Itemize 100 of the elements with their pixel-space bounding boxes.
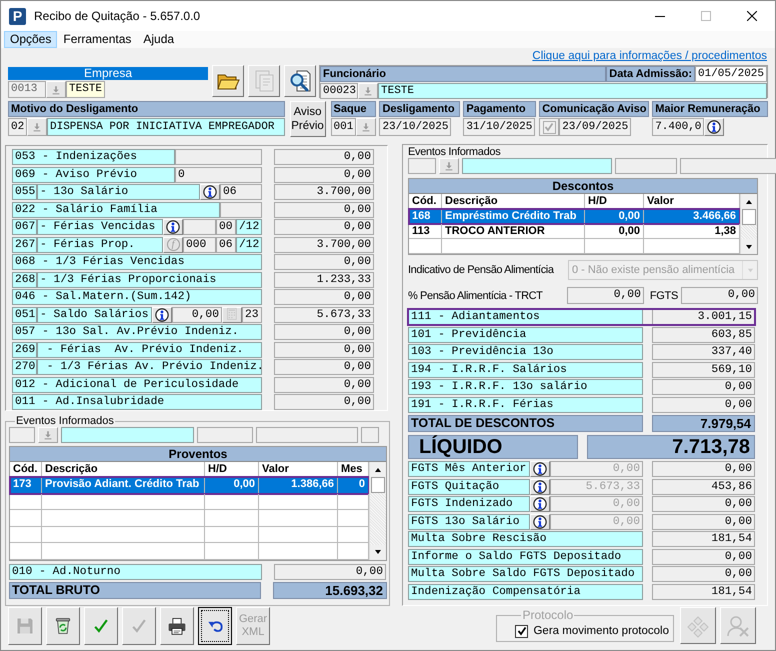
value-field[interactable]: 0,00 [652,514,755,530]
input-field[interactable] [615,158,677,174]
aviso-previo-button[interactable]: Aviso Prévio [290,101,326,137]
section-header: Desligamento [379,101,460,117]
input-field[interactable] [680,158,776,174]
input-field[interactable]: 0,00 [172,306,222,322]
info-icon [533,514,547,528]
info-button[interactable] [704,118,724,136]
value-field[interactable]: 569,10 [652,362,755,378]
value-field[interactable]: 337,40 [652,344,755,360]
input-field[interactable]: DISPENSA POR INICIATIVA EMPREGADOR [47,118,285,136]
input-field[interactable] [175,149,262,165]
value-field[interactable]: 0,00 [274,219,374,235]
info-button[interactable] [530,496,550,512]
undo-button[interactable] [198,607,232,645]
event-label: - Férias Vencidas [37,219,163,235]
section-header: Motivo do Desligamento [8,101,285,117]
menu-item[interactable]: Opções [4,31,58,48]
value-field[interactable]: 0,00 [274,324,374,340]
value-field[interactable]: 0,00 [274,376,374,392]
input-field[interactable]: 0 [175,166,262,182]
input-field[interactable]: 000 [183,236,216,252]
input-field[interactable] [462,158,612,174]
input-field[interactable]: 0,00 [681,287,758,304]
net-label: LÍQUIDO [408,435,578,459]
value-field[interactable]: 0,00 [652,461,755,477]
value-field[interactable]: 0,00 [274,254,374,270]
input-field[interactable]: 0,00 [566,287,644,304]
value-field[interactable]: 3.700,00 [274,184,374,200]
info-button[interactable] [530,461,550,477]
info-button[interactable] [530,478,550,494]
input-field[interactable] [61,427,194,443]
input-field[interactable]: TESTE [378,83,767,99]
info-icon [533,497,547,511]
value-field[interactable]: 453,86 [652,478,755,494]
print-button[interactable] [160,607,194,645]
value-field[interactable]: 0,00 [274,394,374,410]
info-button[interactable] [530,514,550,530]
input-field[interactable] [220,202,262,218]
menu-item[interactable]: Ferramentas [57,31,138,48]
info-button[interactable] [200,184,220,200]
value-field[interactable]: 0,00 [274,149,374,165]
input-field[interactable] [408,158,436,174]
date-field[interactable]: 31/10/2025 [463,118,536,136]
input-field[interactable]: 001 [330,118,356,136]
value-field[interactable]: 0,00 [652,379,755,395]
input-field[interactable]: TESTE [66,81,106,98]
info-button[interactable] [163,219,183,235]
input-field[interactable] [9,427,35,443]
value-field[interactable]: 7.400,0 [652,118,704,136]
value-field[interactable]: 0,00 [652,496,755,512]
lookup-button[interactable] [38,427,58,443]
confirm-button[interactable] [84,607,118,645]
value-field[interactable]: 1.233,33 [274,272,374,288]
value-field[interactable]: 603,85 [652,326,755,342]
search-button[interactable] [284,65,316,97]
column-header: Descrição [42,462,205,477]
lookup-button[interactable] [356,118,376,136]
input-field[interactable]: 02 [8,118,27,136]
value-field[interactable]: 0,00 [274,289,374,305]
open-button[interactable] [212,65,244,97]
value-field[interactable]: 181,54 [652,584,755,600]
value-field[interactable]: 0,00 [274,166,374,182]
value-field[interactable]: 0,00 [274,359,374,375]
input-field[interactable] [197,427,253,443]
input-field[interactable]: 00 [216,219,236,235]
event-label: 053 - Indenizações [12,149,175,165]
scrollbar-thumb[interactable] [371,477,385,493]
value-field[interactable]: 0,00 [652,396,755,412]
lookup-button[interactable] [358,83,378,99]
input-field[interactable] [256,427,358,443]
value-field[interactable]: 0,00 [652,566,755,582]
input-field[interactable] [361,427,379,443]
info-button[interactable] [152,306,172,322]
date-field[interactable]: 23/10/2025 [379,118,452,136]
value-field[interactable]: 0,00 [652,548,755,564]
input-field[interactable]: 06 [216,236,236,252]
scrollbar-thumb[interactable] [742,209,756,225]
input-field[interactable]: 00023 [320,83,358,99]
date-field[interactable]: 01/05/2025 [694,66,767,82]
input-field[interactable]: 06 [220,184,262,200]
value-field[interactable]: 0,00 [274,342,374,358]
value-field[interactable]: 0,00 [274,202,374,218]
help-link[interactable]: Clique aqui para informações / procedimentos [532,50,767,62]
lookup-button[interactable] [46,81,66,98]
lookup-button[interactable] [27,118,47,136]
lookup-button[interactable] [439,158,459,174]
table-row[interactable]: 113 TROCO ANTERIOR 0,00 1,38 [409,224,740,239]
menu-item[interactable]: Ajuda [137,31,180,48]
value-field[interactable]: 3.700,00 [274,236,374,252]
input-field[interactable]: 0013 [8,81,46,98]
table-row[interactable]: 173 Provisão Adiant. Crédito Trab 0,00 1.386,66 0 [10,477,369,494]
input-field[interactable]: 23 [242,306,262,322]
value-field[interactable]: 5.673,33 [274,306,374,322]
value-field[interactable]: 0,00 [274,564,386,580]
table-cell [10,510,42,526]
input-field[interactable] [183,219,216,235]
table-row[interactable]: 168 Empréstimo Crédito Trab 0,00 3.466,66 [409,209,740,224]
value-field[interactable]: 181,54 [652,531,755,547]
delete-button[interactable] [46,607,80,645]
